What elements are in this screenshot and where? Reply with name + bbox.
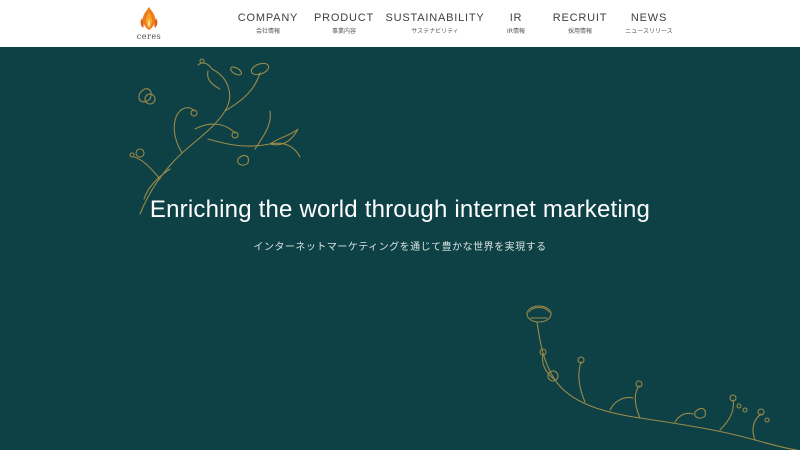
hero-section: Enriching the world through internet mar… bbox=[0, 47, 800, 450]
nav-item-ir[interactable]: IR IR情報 bbox=[507, 11, 525, 36]
floral-ornament-icon bbox=[129, 58, 301, 215]
hero-subtitle: インターネットマーケティングを通じて豊かな世界を実現する bbox=[253, 242, 547, 253]
nav-item-sublabel: 採用情報 bbox=[567, 28, 592, 35]
nav-item-label: RECRUIT bbox=[552, 12, 608, 24]
hero-title: Enriching the world through internet mar… bbox=[149, 196, 651, 223]
nav-item-sublabel: サステナビリティ bbox=[411, 28, 459, 35]
nav-item-label: IR bbox=[509, 12, 523, 24]
nav-item-sublabel: 会社情報 bbox=[255, 28, 280, 35]
nav-item-sustainability[interactable]: SUSTAINABILITY サステナビリティ bbox=[385, 11, 484, 36]
nav-item-sublabel: 事業内容 bbox=[331, 28, 356, 35]
nav-item-sublabel: ニュースリリース bbox=[625, 28, 673, 35]
flame-icon bbox=[140, 7, 158, 30]
logo[interactable]: ceres bbox=[134, 6, 164, 42]
nav-item-sublabel: IR情報 bbox=[507, 28, 525, 35]
nav-item-recruit[interactable]: RECRUIT 採用情報 bbox=[553, 11, 608, 36]
nav-item-news[interactable]: NEWS ニュースリリース bbox=[625, 11, 672, 36]
logo-text: ceres bbox=[136, 32, 162, 41]
floral-ornament-icon bbox=[526, 305, 798, 450]
nav-item-company[interactable]: COMPANY 会社情報 bbox=[238, 11, 298, 36]
nav-item-product[interactable]: PRODUCT 事業内容 bbox=[314, 11, 374, 36]
nav-item-label: PRODUCT bbox=[314, 12, 374, 24]
site-header: ceres COMPANY 会社情報 PRODUCT 事業内容 SUSTAINA… bbox=[0, 0, 800, 47]
nav-item-label: NEWS bbox=[630, 12, 668, 24]
nav-item-label: SUSTAINABILITY bbox=[385, 12, 485, 24]
nav-item-label: COMPANY bbox=[237, 12, 299, 24]
